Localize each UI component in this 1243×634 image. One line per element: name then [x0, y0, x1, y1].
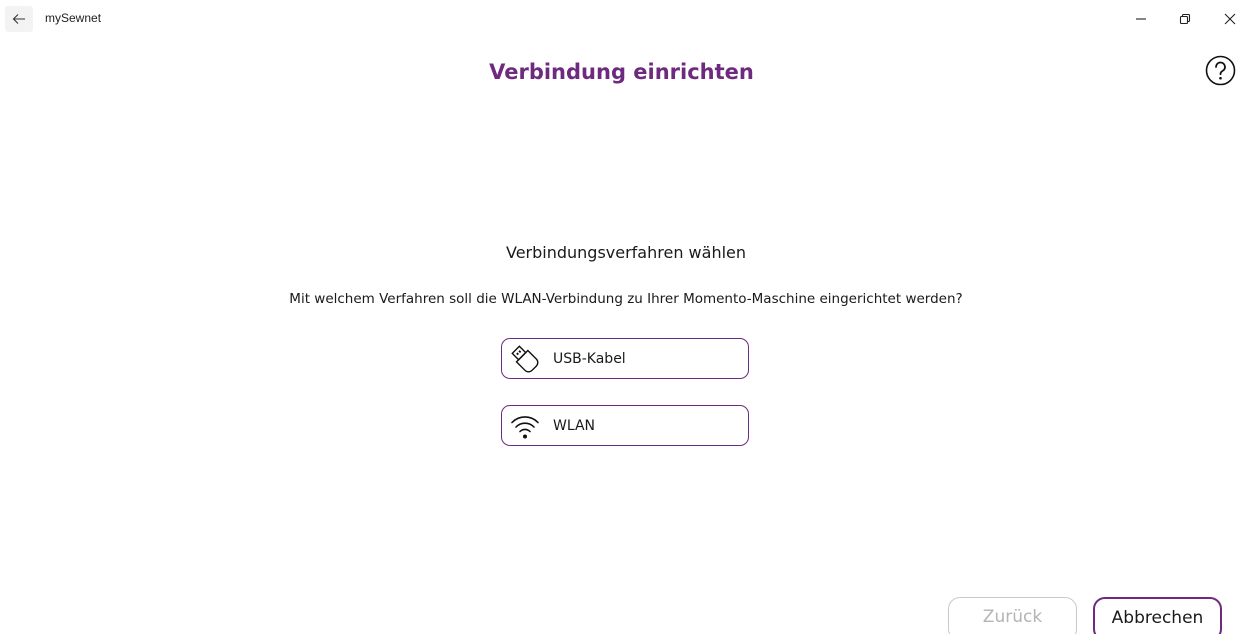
- restore-icon: [1179, 13, 1191, 25]
- section-title: Verbindungsverfahren wählen: [505, 243, 747, 262]
- minimize-icon: [1136, 18, 1146, 20]
- usb-stick-icon: [509, 343, 541, 375]
- wlan-option-button[interactable]: WLAN: [501, 405, 749, 446]
- question-text: Mit welchem Verfahren soll die WLAN-Verb…: [289, 291, 963, 307]
- arrow-left-icon: [12, 14, 25, 24]
- wifi-icon: [509, 410, 541, 442]
- back-arrow-button[interactable]: [5, 6, 33, 32]
- page-title: Verbindung einrichten: [489, 60, 754, 84]
- minimize-button[interactable]: [1124, 6, 1158, 32]
- restore-button[interactable]: [1168, 6, 1202, 32]
- usb-cable-label: USB-Kabel: [553, 350, 626, 367]
- close-icon: [1224, 13, 1236, 25]
- app-title: mySewnet: [45, 11, 102, 25]
- cancel-button[interactable]: Abbrechen: [1093, 597, 1222, 634]
- app-window: mySewnet Verbindung einrichten Verbindun…: [0, 0, 1243, 634]
- back-button[interactable]: Zurück: [948, 597, 1077, 634]
- wlan-label: WLAN: [553, 417, 596, 434]
- title-bar: mySewnet: [0, 0, 1243, 36]
- close-button[interactable]: [1213, 6, 1243, 32]
- usb-cable-option-button[interactable]: USB-Kabel: [501, 338, 749, 379]
